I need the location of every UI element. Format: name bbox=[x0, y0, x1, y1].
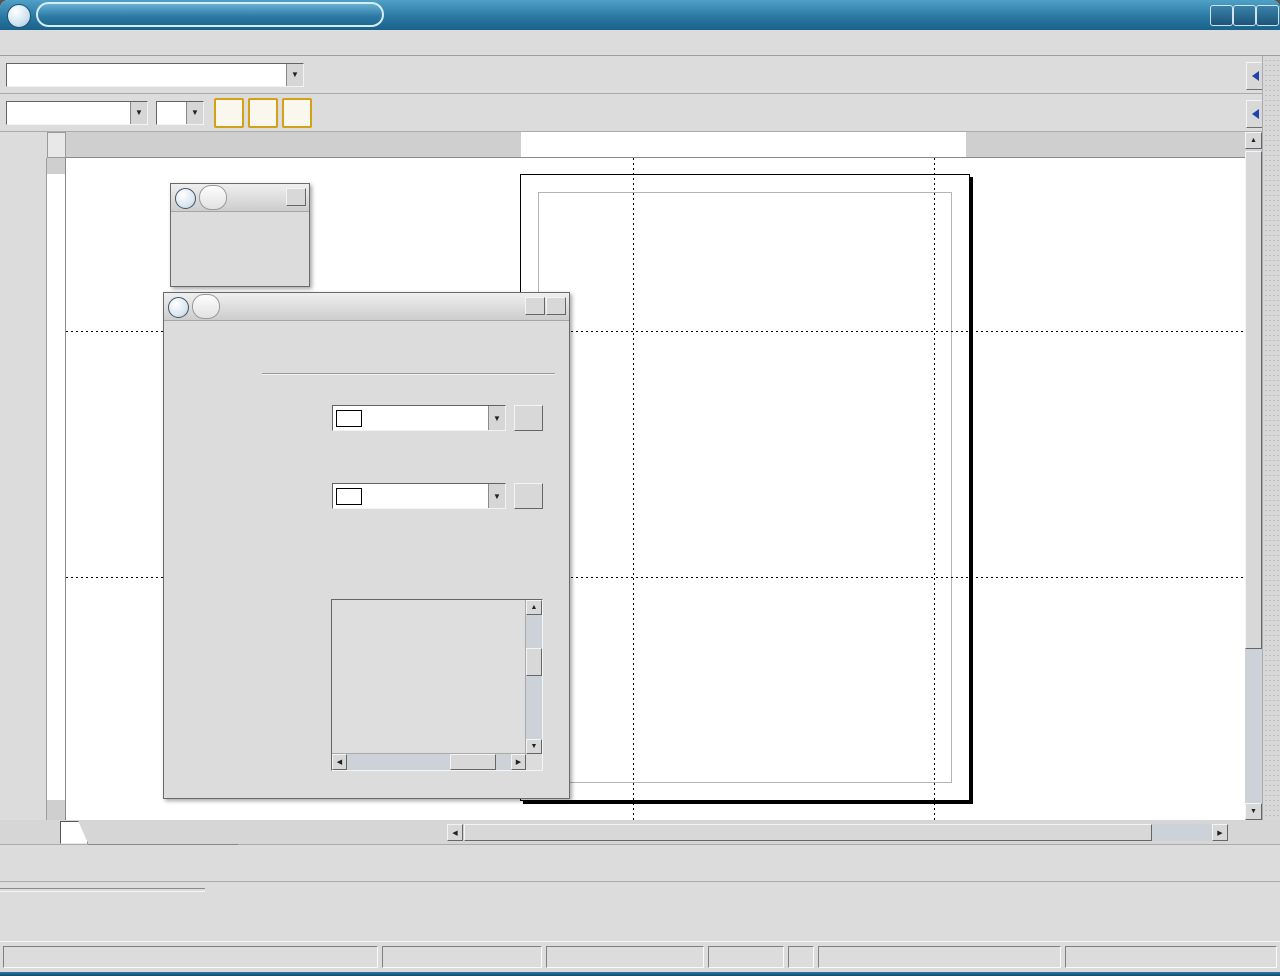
window-menu-button[interactable] bbox=[7, 4, 31, 28]
light-preview-panel: ▲ ▼ ◀ ▶ bbox=[331, 599, 543, 771]
dialog-rollup-button[interactable] bbox=[525, 297, 545, 315]
function-bar: ▼ bbox=[0, 56, 1262, 94]
palette-menu-button[interactable] bbox=[175, 188, 196, 209]
ruler-page-zone bbox=[47, 174, 65, 800]
dialog-title-bar[interactable] bbox=[164, 293, 569, 321]
scroll-left-icon[interactable]: ◀ bbox=[447, 824, 463, 841]
status-size[interactable] bbox=[546, 946, 704, 968]
palette-title bbox=[199, 185, 227, 210]
scroll-up-icon[interactable]: ▲ bbox=[526, 600, 542, 615]
page-tab-seite-1[interactable] bbox=[60, 821, 88, 844]
scroll-up-icon[interactable]: ▲ bbox=[1245, 132, 1262, 149]
light-color-combo[interactable]: ▼ bbox=[332, 405, 506, 431]
light-color-picker-button[interactable] bbox=[514, 405, 543, 431]
font-name-combo[interactable]: ▼ bbox=[6, 101, 148, 125]
menu-bar bbox=[0, 30, 1280, 56]
color-row-1 bbox=[19, 897, 1280, 919]
horizontal-ruler[interactable] bbox=[66, 132, 1245, 158]
underline-button[interactable] bbox=[282, 98, 312, 128]
window-bottom-border bbox=[0, 972, 1280, 976]
scroll-right-icon[interactable]: ▶ bbox=[511, 754, 526, 770]
bold-button[interactable] bbox=[214, 98, 244, 128]
color-row-2 bbox=[19, 919, 1280, 941]
status-selection bbox=[3, 946, 378, 968]
tab-strip bbox=[88, 820, 238, 845]
main-toolbar bbox=[0, 158, 47, 820]
ruler-page-zone bbox=[521, 132, 966, 157]
dialog-3d-effects[interactable]: ▼ ▼ ▲ ▼ ◀ ▶ bbox=[163, 292, 570, 799]
color-bar bbox=[0, 894, 1280, 941]
minimize-button[interactable] bbox=[1210, 5, 1233, 26]
chevron-down-icon[interactable]: ▼ bbox=[488, 484, 505, 508]
status-style[interactable] bbox=[1065, 946, 1277, 968]
splitter-line bbox=[0, 888, 205, 892]
italic-button[interactable] bbox=[248, 98, 278, 128]
chevron-down-icon[interactable]: ▼ bbox=[286, 64, 303, 86]
chevron-down-icon[interactable]: ▼ bbox=[488, 406, 505, 430]
ambient-color-picker-button[interactable] bbox=[514, 483, 543, 509]
vertical-ruler[interactable] bbox=[47, 158, 66, 820]
preview-hscrollbar[interactable]: ◀ ▶ bbox=[332, 754, 526, 770]
chevron-left-icon bbox=[1252, 109, 1259, 119]
page-margin bbox=[538, 192, 952, 783]
drawing-canvas[interactable]: ▼ ▼ ▲ ▼ ◀ ▶ bbox=[66, 158, 1245, 820]
ambient-color-combo[interactable]: ▼ bbox=[332, 483, 506, 509]
scroll-right-icon[interactable]: ▶ bbox=[1212, 824, 1228, 841]
chevron-down-icon[interactable]: ▼ bbox=[186, 102, 203, 124]
status-position[interactable] bbox=[382, 946, 542, 968]
status-bar bbox=[0, 941, 1280, 972]
selection-guide-left bbox=[633, 158, 634, 820]
dialog-menu-button[interactable] bbox=[168, 297, 189, 318]
palette-title-bar[interactable] bbox=[171, 184, 309, 212]
scroll-left-icon[interactable]: ◀ bbox=[332, 754, 347, 770]
title-pill bbox=[36, 2, 384, 27]
vscroll-thumb[interactable] bbox=[1245, 151, 1262, 649]
chevron-left-icon bbox=[1252, 71, 1259, 81]
right-dock-strip bbox=[1262, 56, 1280, 820]
preview-hscroll-thumb[interactable] bbox=[450, 754, 496, 770]
url-combo[interactable]: ▼ bbox=[6, 63, 304, 87]
dialog-title bbox=[192, 294, 220, 319]
palette-3d-grid bbox=[171, 212, 309, 222]
light-preview[interactable] bbox=[332, 600, 526, 754]
palette-3d-objects[interactable] bbox=[170, 183, 310, 287]
chevron-down-icon[interactable]: ▼ bbox=[130, 102, 147, 124]
vertical-scrollbar[interactable]: ▲ ▼ bbox=[1245, 132, 1262, 820]
preview-vscroll-thumb[interactable] bbox=[526, 648, 542, 676]
scroll-down-icon[interactable]: ▼ bbox=[1245, 803, 1262, 820]
title-bar[interactable] bbox=[0, 0, 1280, 30]
options-bar bbox=[0, 845, 1280, 882]
close-button[interactable] bbox=[1256, 5, 1279, 26]
horizontal-scrollbar[interactable]: ◀ ▶ bbox=[447, 824, 1228, 841]
hscroll-thumb[interactable] bbox=[464, 824, 1152, 841]
status-modified bbox=[788, 946, 814, 968]
palette-close-button[interactable] bbox=[286, 188, 306, 206]
selection-guide-right bbox=[934, 158, 935, 820]
group-line bbox=[262, 373, 555, 374]
status-page[interactable] bbox=[818, 946, 1061, 968]
light-color-swatch bbox=[336, 410, 362, 427]
scroll-down-icon[interactable]: ▼ bbox=[526, 739, 542, 754]
status-zoom[interactable] bbox=[708, 946, 784, 968]
preview-vscrollbar[interactable]: ▲ ▼ bbox=[526, 600, 542, 754]
ambient-color-swatch bbox=[336, 488, 362, 505]
dialog-close-button[interactable] bbox=[546, 297, 566, 315]
object-bar: ▼ ▼ bbox=[0, 94, 1262, 132]
font-size-combo[interactable]: ▼ bbox=[156, 101, 204, 125]
application-window: ▼ ▼ ▼ bbox=[0, 0, 1280, 976]
ruler-corner-box[interactable] bbox=[47, 132, 66, 158]
shade-button[interactable] bbox=[1233, 5, 1256, 26]
